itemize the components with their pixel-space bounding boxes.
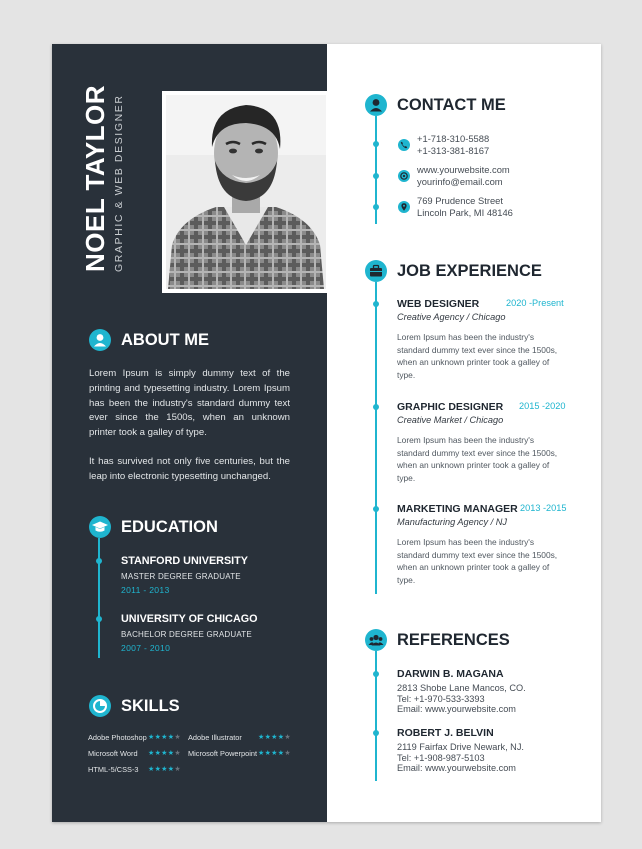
contact-address: 769 Prudence Street Lincoln Park, MI 481… (417, 195, 513, 218)
skill-rating-stars: ★★★★★ (148, 765, 181, 773)
profile-photo-image (166, 95, 326, 289)
person-title: GRAPHIC & WEB DESIGNER (113, 94, 125, 272)
location-pin-icon (398, 201, 410, 213)
reference-name: DARWIN B. MAGANA (397, 668, 504, 680)
star-icon: ★ (148, 734, 155, 741)
reference-address: 2813 Shobe Lane Mancos, CO. (397, 683, 526, 693)
contact-web: www.yourwebsite.com yourinfo@email.com (417, 164, 510, 187)
job-dates: 2015 -2020 (519, 401, 566, 411)
reference-dot (373, 671, 379, 677)
address-line-2: Lincoln Park, MI 48146 (417, 206, 513, 218)
job-dot (373, 506, 379, 512)
contact-phones: +1-718-310-5588 +1-313-381-8167 (417, 133, 489, 156)
reference-entry: DARWIN B. MAGANA 2813 Shobe Lane Mancos,… (397, 668, 526, 715)
job-company: Creative Market / Chicago (397, 415, 504, 425)
skill-rating-stars: ★★★★★ (148, 733, 181, 741)
education-item: UNIVERSITY OF CHICAGO BACHELOR DEGREE GR… (121, 613, 258, 653)
star-icon: ★ (271, 750, 278, 757)
star-icon: ★ (161, 766, 168, 773)
graduation-cap-icon (89, 516, 111, 538)
website-text: www.yourwebsite.com (417, 164, 510, 175)
skill-rating-stars: ★★★★★ (258, 749, 291, 757)
education-degree: BACHELOR DEGREE GRADUATE (121, 630, 252, 639)
briefcase-icon (365, 260, 387, 282)
phone-icon (398, 139, 410, 151)
skill-name: Adobe Photoshop (88, 733, 147, 742)
job-entry: GRAPHIC DESIGNER Creative Market / Chica… (397, 401, 567, 484)
education-dot-1 (96, 558, 102, 564)
skill-rating-stars: ★★★★★ (258, 733, 291, 741)
about-user-icon (89, 329, 111, 351)
star-icon: ★ (258, 734, 265, 741)
education-dot-2 (96, 616, 102, 622)
reference-email: Email: www.yourwebsite.com (397, 704, 516, 714)
reference-name: ROBERT J. BELVIN (397, 727, 494, 739)
about-paragraph-2: It has survived not only five centuries,… (89, 455, 290, 482)
about-paragraph-1: Lorem Ipsum is simply dummy text of the … (89, 368, 290, 439)
skill-name: Microsoft Powerpoint (188, 749, 258, 758)
pie-chart-icon (89, 695, 111, 717)
phone-number-2: +1-313-381-8167 (417, 144, 490, 156)
star-icon: ★ (258, 750, 265, 757)
education-item: STANFORD UNIVERSITY MASTER DEGREE GRADUA… (121, 555, 248, 595)
job-dates: 2020 -Present (506, 298, 564, 308)
contact-heading: CONTACT ME (397, 96, 506, 114)
job-company: Manufacturing Agency / NJ (397, 517, 507, 527)
reference-entry: ROBERT J. BELVIN 2119 Fairfax Drive Newa… (397, 727, 524, 774)
star-icon: ★ (161, 734, 168, 741)
job-dot (373, 404, 379, 410)
experience-timeline (375, 282, 377, 594)
education-years: 2011 - 2013 (121, 585, 170, 595)
job-entry: MARKETING MANAGER Manufacturing Agency /… (397, 503, 567, 586)
job-dates: 2013 -2015 (520, 503, 567, 513)
education-years: 2007 - 2010 (121, 643, 171, 653)
address-line-1: 769 Prudence Street (417, 195, 503, 206)
skills-heading: SKILLS (121, 697, 180, 715)
job-dot (373, 301, 379, 307)
reference-email: Email: www.yourwebsite.com (397, 763, 516, 773)
star-icon: ★ (161, 750, 168, 757)
star-icon: ★ (174, 734, 181, 741)
job-description: Lorem Ipsum has been the industry's stan… (397, 537, 558, 585)
references-heading: REFERENCES (397, 631, 510, 649)
at-sign-icon (398, 170, 410, 182)
about-heading: ABOUT ME (121, 331, 209, 349)
experience-heading: JOB EXPERIENCE (397, 262, 542, 280)
email-text: yourinfo@email.com (417, 175, 503, 187)
phone-number-1: +1-718-310-5588 (417, 133, 490, 144)
name-block: NOEL TAYLOR GRAPHIC & WEB DESIGNER (80, 84, 146, 272)
education-heading: EDUCATION (121, 518, 218, 536)
skill-name: Microsoft Word (88, 749, 138, 758)
skill-rating-stars: ★★★★★ (148, 749, 181, 757)
star-icon: ★ (271, 734, 278, 741)
star-icon: ★ (284, 734, 291, 741)
education-school: UNIVERSITY OF CHICAGO (121, 613, 258, 625)
skill-name: HTML-5/CSS-3 (88, 765, 139, 774)
education-timeline (98, 538, 100, 658)
skill-name: Adobe Illustrator (188, 733, 242, 742)
person-name: NOEL TAYLOR (80, 84, 110, 272)
reference-tel: Tel: +1-970-533-3393 (397, 693, 485, 704)
job-company: Creative Agency / Chicago (397, 312, 506, 322)
group-people-icon (365, 629, 387, 651)
reference-dot (373, 730, 379, 736)
star-icon: ★ (174, 750, 181, 757)
star-icon: ★ (148, 750, 155, 757)
education-school: STANFORD UNIVERSITY (121, 555, 248, 567)
job-entry: WEB DESIGNER Creative Agency / Chicago L… (397, 298, 567, 381)
contact-user-icon (365, 94, 387, 116)
contact-dot (373, 173, 379, 179)
star-icon: ★ (284, 750, 291, 757)
education-degree: MASTER DEGREE GRADUATE (121, 572, 241, 581)
profile-photo (162, 91, 330, 293)
job-description: Lorem Ipsum has been the industry's stan… (397, 332, 558, 380)
star-icon: ★ (148, 766, 155, 773)
reference-tel: Tel: +1-908-987-5103 (397, 752, 485, 763)
about-text: Lorem Ipsum is simply dummy text of the … (89, 367, 290, 485)
job-description: Lorem Ipsum has been the industry's stan… (397, 435, 558, 483)
contact-dot (373, 141, 379, 147)
star-icon: ★ (174, 766, 181, 773)
reference-address: 2119 Fairfax Drive Newark, NJ. (397, 742, 524, 752)
contact-dot (373, 204, 379, 210)
